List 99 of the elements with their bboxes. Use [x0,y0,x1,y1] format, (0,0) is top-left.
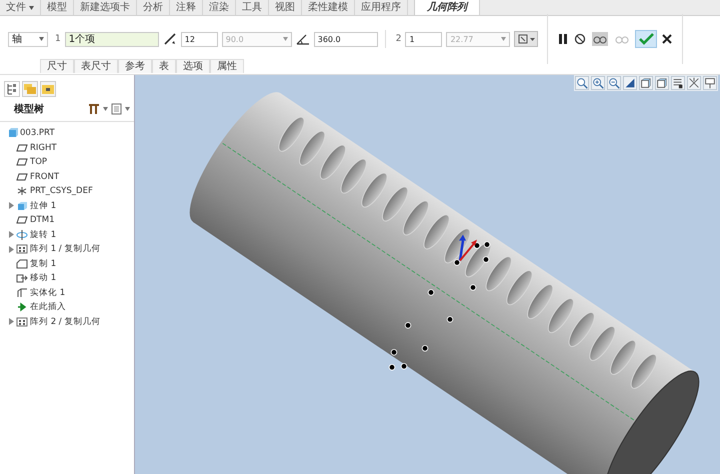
tree-item[interactable]: 阵列 1 / 复制几何 [6,242,134,256]
glasses-icon[interactable] [592,32,608,46]
ribbon-tab[interactable]: 渲染 [203,0,236,15]
tree-item[interactable]: 复制 1 [6,256,134,271]
sub-tab[interactable]: 属性 [210,59,244,73]
tree-item-label: 阵列 1 / 复制几何 [30,243,100,256]
tree-item-label: 003.PRT [20,128,55,138]
cube-icon[interactable] [639,76,653,90]
shading-icon[interactable] [623,76,637,90]
tree-item-label: 阵列 2 / 复制几何 [30,316,100,328]
ribbon-tab[interactable]: 应用程序 [355,0,408,15]
tree-item-label: 移动 1 [30,272,56,284]
tree-item-label: DTM1 [30,215,54,226]
caret-icon [39,37,44,41]
tree-item[interactable]: RIGHT [6,140,134,155]
tree-item-label: FRONT [30,172,60,182]
axis-icon[interactable] [687,76,701,90]
member-count-field[interactable]: 12 [180,32,218,46]
layers-icon[interactable] [671,76,685,90]
move-icon [16,273,28,284]
plane-icon [16,142,28,153]
document-icon[interactable] [111,103,122,115]
zoom-in-icon[interactable] [591,76,605,90]
direction-index: 1 [55,34,61,44]
folder-icon[interactable] [40,81,56,97]
caret-icon [501,37,506,41]
ribbon-tab[interactable]: 分析 [137,0,170,15]
tree-item[interactable]: PRT_CSYS_DEF [6,184,134,198]
sub-tab[interactable]: 表 [152,59,176,73]
plane-icon [16,215,28,226]
tree-item-label: 在此插入 [30,301,66,314]
ribbon-tab[interactable]: 柔性建模 [302,0,355,15]
tree-item[interactable]: TOP [6,155,134,170]
arrow-icon [16,302,28,312]
tree-item-label: 复制 1 [30,258,56,270]
pattern-type-dropdown[interactable]: 轴 [8,32,48,46]
expand-arrow-icon[interactable] [8,202,14,210]
sub-tab[interactable]: 表尺寸 [74,59,118,73]
tree-item[interactable]: 在此插入 [6,300,134,314]
collector-field[interactable]: 1个项 [64,32,159,46]
tree-item[interactable]: 旋转 1 [6,228,134,242]
panel-title: 模型树 [14,102,45,116]
copy-icon [16,258,28,269]
coordinate-system-icon [16,186,28,196]
tree-item[interactable]: 实体化 1 [6,286,134,300]
tree-item[interactable]: 阵列 2 / 复制几何 [6,314,134,329]
cube-edges-icon[interactable] [655,76,669,90]
caret-icon [282,37,288,41]
ribbon-tab[interactable]: 几何阵列 [414,0,480,15]
sub-tab[interactable]: 尺寸 [40,59,74,73]
zoom-out-icon[interactable] [607,76,621,90]
plane-icon [16,157,28,168]
spacing-icon [162,32,177,46]
cube-icon [16,200,28,211]
grid-icon [16,244,28,254]
expand-arrow-icon[interactable] [8,318,14,326]
tree-item[interactable]: FRONT [6,170,134,184]
ribbon-tab[interactable]: 工具 [236,0,269,15]
grid-icon [16,316,28,327]
sub-tab[interactable]: 选项 [176,59,210,73]
coordinate-triad-icon [458,234,477,262]
close-icon[interactable] [662,34,672,44]
view-icon[interactable] [703,76,717,90]
member-count-field[interactable]: 1 [405,32,442,46]
tree-item[interactable]: 拉伸 1 [6,198,134,213]
tools-icon[interactable] [88,103,100,115]
flip-button[interactable] [514,31,538,47]
ribbon-tab[interactable]: 注释 [170,0,203,15]
stop-icon[interactable] [574,33,586,45]
tree-item-label: 旋转 1 [30,228,56,241]
plane-icon [16,172,28,182]
angle-range-field[interactable]: 360.0 [314,32,378,46]
zoom-fit-icon[interactable] [575,76,589,90]
flip-icon [517,33,536,45]
ribbon-tab[interactable]: 文件 [0,0,41,15]
tree-item[interactable]: DTM1 [6,213,134,228]
tree-item[interactable]: 003.PRT [6,126,134,140]
caret-icon[interactable] [103,107,108,111]
direction-index: 2 [396,34,402,44]
ribbon-tab[interactable]: 视图 [269,0,302,15]
ribbon-tab[interactable]: 新建选项卡 [74,0,137,15]
sub-tab[interactable]: 参考 [118,59,152,73]
revolve-icon [16,230,28,240]
solidify-icon [16,288,28,298]
caret-icon[interactable] [125,107,130,111]
check-icon [638,32,654,46]
tree-item-label: TOP [30,157,48,168]
pause-icon[interactable] [558,33,568,45]
tree-item-label: PRT_CSYS_DEF [30,186,93,196]
tree-item-label: 实体化 1 [30,286,66,299]
angle-icon [296,32,310,46]
tree-icon[interactable] [4,81,20,97]
tree-item-label: RIGHT [30,142,57,153]
tree-item-label: 拉伸 1 [30,200,56,212]
part-icon [8,128,18,138]
confirm-button[interactable] [635,30,658,48]
tree-item[interactable]: 移动 1 [6,271,134,286]
caret-icon [29,6,34,10]
ribbon-tab[interactable]: 模型 [41,0,74,15]
